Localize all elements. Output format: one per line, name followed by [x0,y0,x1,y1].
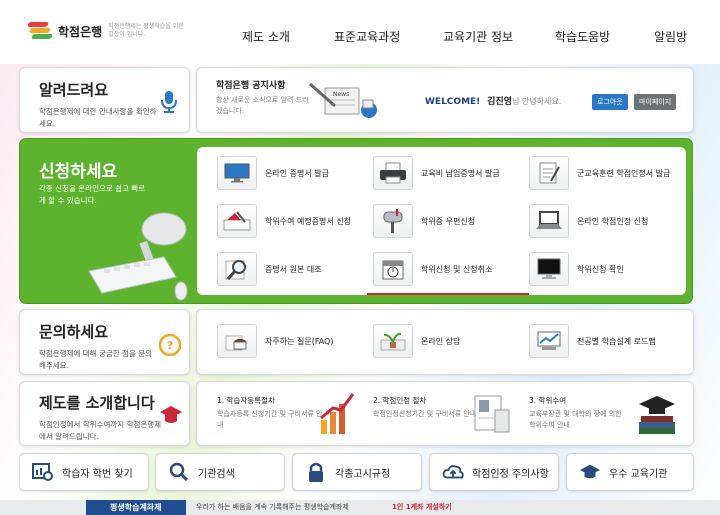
service-military-credit[interactable]: 군교육훈련 학점인정서 발급 [529,156,687,190]
service-online-certificate[interactable]: 온라인 증명서 발급 [217,156,329,190]
step-degree[interactable]: 3. 학위수여 교육부장관 및 대학의 장에 의한 학위수여 안내 [529,395,629,431]
newspaper-icon: News [305,76,383,130]
intro-steps: 1. 학습자등록절차 학습자등록 신청기간 및 구비서류 안내 2. 학점인정 … [196,381,694,446]
service-degree-check[interactable]: 학위신청 확인 [529,252,624,286]
footer-mid-text: 우리가 하는 배움을 계속 기록해주는 평생학습계좌제 [196,503,349,511]
quick-excellent-institution[interactable]: 우수 교육기관 [566,453,694,491]
intro-card[interactable]: 제도를 소개합니다 학점인정에서 학위수여까지 학점은행제에서 알려드립니다. [19,381,190,446]
logout-button[interactable]: 로그아웃 [592,94,628,110]
printer-icon [373,156,413,190]
step-register[interactable]: 1. 학습자등록절차 학습자등록 신청기간 및 구비서류 안내 [217,395,327,431]
mailbox-icon [373,204,413,238]
svg-text:?: ? [167,339,173,352]
nav-item-curriculum[interactable]: 표준교육과정 [334,28,400,45]
ask-items: 자주하는 질문(FAQ) 온라인 상담 전공별 학습설계 로드맵 [196,309,694,375]
notice-card[interactable]: 알려드려요 학점은행제에 대한 안내사항을 확인하세요. [19,67,190,133]
document-icon [529,156,569,190]
user-name: 김진영 [487,97,512,107]
magnifier-icon [217,252,257,286]
chart-screen-icon [529,324,569,358]
service-tuition-certificate[interactable]: 교육비 납입증명서 발급 [373,156,500,190]
quick-institution-search[interactable]: 기관검색 [155,453,285,491]
question-icon: ? [158,333,182,360]
notice-desc: 학점은행제에 대한 안내사항을 확인하세요. [39,107,157,128]
certificate-icon [217,204,257,238]
service-degree-apply-cancel[interactable]: 학위신청 및 신청취소 [373,252,492,286]
laptop-icon [529,204,569,238]
quick-student-id[interactable]: 학습자 학번 찾기 [19,453,149,491]
nav-item-intro[interactable]: 제도 소개 [242,28,290,45]
graduation-cap-icon [159,404,183,430]
calendar-icon [373,252,413,286]
announce-desc: 항상 새로운 소식으로 알려 드리겠습니다. [216,96,309,115]
faq-link[interactable]: 자주하는 질문(FAQ) [217,324,333,358]
id-card-icon [473,392,513,440]
quick-credit-cautions[interactable]: 학점인정 주의사항 [429,453,559,491]
logo-icon [26,20,54,42]
service-diploma-mail[interactable]: 학위증 우편신청 [373,204,475,238]
ask-card[interactable]: 문의하세요 학점은행제에 대해 궁금한 점을 문의해주세요. ? [19,309,190,375]
brand-tagline: 학점은행제는 평생학습을 위한 길잡이 입니다. [108,23,184,38]
books-cap-icon [635,390,679,442]
nav-item-help[interactable]: 학습도움방 [555,28,610,45]
roadmap-link[interactable]: 전공별 학습설계 로드맵 [529,324,656,358]
service-original-verify[interactable]: 증명서 원본 대조 [217,252,322,286]
online-consult-link[interactable]: 온라인 상담 [373,324,460,358]
search-icon [168,461,190,483]
footer-account-link[interactable]: 1인 1계좌 개설하기 [392,502,452,512]
mypage-button[interactable]: 마이페이지 [634,94,677,110]
announce-title[interactable]: 학점은행 공지사항 [216,78,311,91]
active-underline [367,293,529,295]
news-tag: News [333,91,350,98]
logo[interactable]: 학점은행 학점은행제는 평생학습을 위한 길잡이 입니다. [26,20,188,42]
user-greeting: WELCOME! 김진영님 안녕하세요. [425,97,562,107]
apply-services: 온라인 증명서 발급 교육비 납입증명서 발급 군교육훈련 학점인정서 발급 학… [197,147,686,295]
microphone-icon [160,90,178,118]
graduation-cap-icon [579,461,601,483]
monitor-icon [217,156,257,190]
quick-regulations[interactable]: 각종고시규정 [292,453,422,491]
intro-title: 제도를 소개합니다 [39,394,155,412]
lifelong-account-banner[interactable]: 평생학습계좌제 [86,500,186,515]
nav-item-notice[interactable]: 알림방 [654,28,687,45]
apply-panel: 신청하세요 각종 신청을 온라인으로 쉽고 빠르게 할 수 있습니다. 온라인 … [19,138,693,304]
footer-strip: 평생학습계좌제 우리가 하는 배움을 계속 기록해주는 평생학습계좌제 1인 1… [0,500,720,515]
growth-chart-icon [319,392,357,440]
lock-icon [305,461,327,483]
ask-desc: 학점은행제에 대해 궁금한 점을 문의해주세요. [39,349,153,370]
desk-lamp-keyboard-icon [84,201,194,305]
brand-name: 학점은행 [58,24,103,39]
service-online-credit[interactable]: 온라인 학점인정 신청 [529,204,648,238]
coffee-icon [217,324,257,358]
plant-icon [373,324,413,358]
step-credit[interactable]: 2. 학점인정 절차 학점인정신청기간 및 구비서류 안내 [373,395,483,420]
service-degree-expected[interactable]: 학위수여 예정증명서 신청 [217,204,351,238]
id-search-icon [32,461,54,483]
intro-desc: 학점인정에서 학위수여까지 학점은행제에서 알려드립니다. [39,420,162,441]
top-nav: 학점은행 학점은행제는 평생학습을 위한 길잡이 입니다. 제도 소개 표준교육… [0,0,720,64]
announce-card: 학점은행 공지사항 항상 새로운 소식으로 알려 드리겠습니다. News WE… [196,67,694,133]
monitor-check-icon [529,252,569,286]
notice-title: 알려드려요 [39,81,109,99]
apply-title: 신청하세요 [39,162,118,182]
nav-item-institution[interactable]: 교육기관 정보 [443,28,513,45]
ask-title: 문의하세요 [39,323,109,341]
cloud-upload-icon [442,461,464,483]
